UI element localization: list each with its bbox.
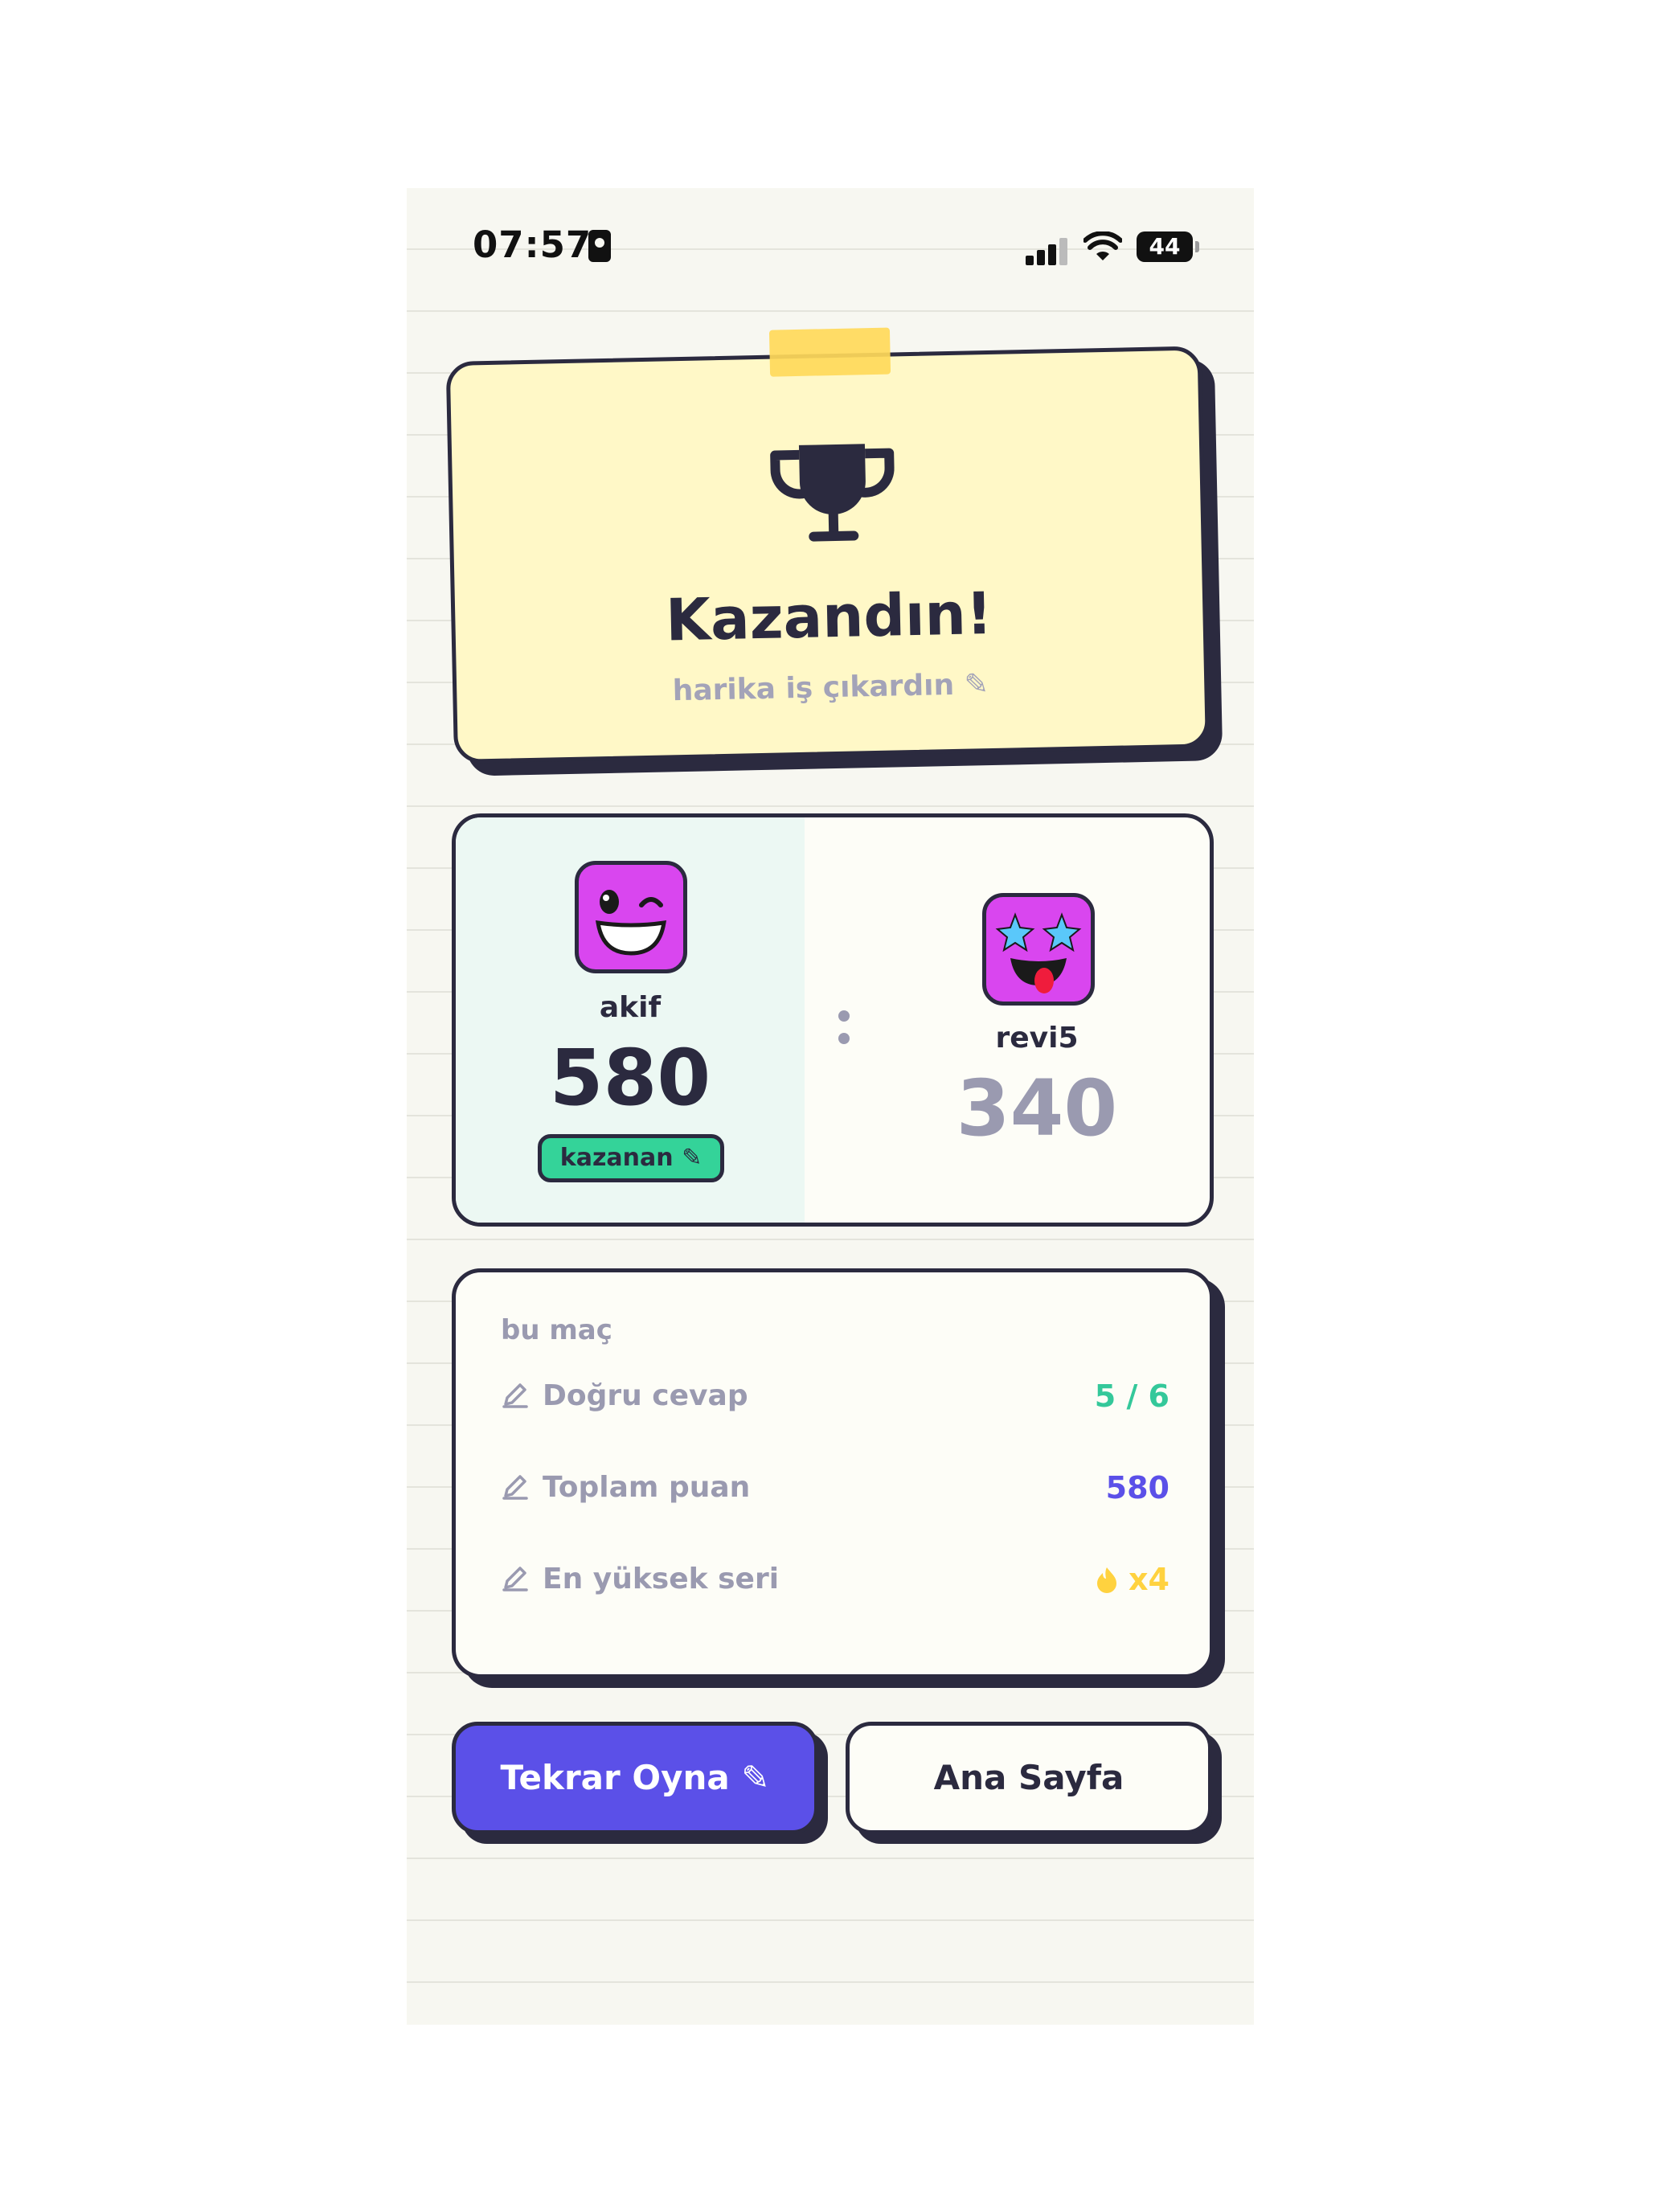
battery-icon: 44 <box>1137 231 1199 262</box>
score-divider <box>827 1010 859 1051</box>
star-eyes-face-icon <box>995 912 1082 993</box>
result-title: Kazandın! <box>665 579 993 654</box>
winner-badge: kazanan ✎ <box>538 1134 724 1182</box>
stat-label: Doğru cevap <box>543 1379 748 1412</box>
status-time: 07:57 <box>473 223 592 266</box>
player-name-akif: akif <box>599 991 662 1024</box>
stats-heading: bu maç <box>501 1314 612 1346</box>
stat-value: 580 <box>1105 1470 1169 1505</box>
player-score-akif: 580 <box>549 1033 711 1123</box>
pencil-icon <box>502 1475 528 1500</box>
stat-row-total: Toplam puan 580 <box>501 1464 1169 1512</box>
stat-row-streak: En yüksek seri x4 <box>501 1555 1169 1604</box>
stat-value: x4 <box>1129 1562 1169 1597</box>
scoreboard-card: akif 580 kazanan ✎ revi5 340 <box>452 813 1214 1227</box>
status-bar: 07:57 44 <box>407 188 1254 301</box>
tape-decoration <box>768 327 891 377</box>
fire-icon <box>1097 1567 1116 1593</box>
stat-row-correct: Doğru cevap 5 / 6 <box>501 1372 1169 1420</box>
stat-value: 5 / 6 <box>1094 1378 1169 1414</box>
wink-face-icon <box>595 890 667 956</box>
home-button[interactable]: Ana Sayfa <box>846 1722 1212 1834</box>
winner-panel: akif 580 kazanan ✎ <box>456 817 805 1223</box>
match-stats-card: bu maç Doğru cevap 5 / 6 Toplam puan 580… <box>452 1268 1214 1678</box>
pencil-icon <box>502 1383 528 1408</box>
player-name-revi5: revi5 <box>995 1022 1079 1055</box>
result-subtitle: harika iş çıkardın ✎ <box>672 668 989 708</box>
avatar-akif <box>575 861 687 973</box>
pencil-icon <box>502 1567 528 1591</box>
signal-icon <box>1026 238 1074 265</box>
stat-label: Toplam puan <box>543 1471 751 1504</box>
result-card: Kazandın! harika iş çıkardın ✎ <box>445 327 1227 780</box>
wifi-icon <box>1083 231 1122 260</box>
player-score-revi5: 340 <box>956 1063 1118 1153</box>
stat-label: En yüksek seri <box>543 1563 780 1596</box>
avatar-revi5 <box>982 893 1095 1006</box>
play-again-button[interactable]: Tekrar Oyna ✎ <box>452 1722 818 1834</box>
id-card-icon <box>588 230 611 262</box>
trophy-icon <box>770 444 895 542</box>
phone-screen: 07:57 44 Kazandın! harika iş çıkardın ✎ … <box>407 188 1254 2025</box>
